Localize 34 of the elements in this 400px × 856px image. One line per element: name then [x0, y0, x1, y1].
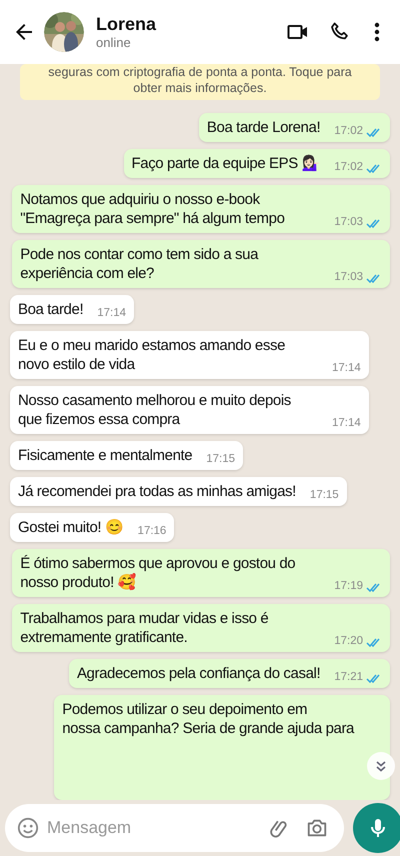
message-text: Nosso casamento melhorou e muito depois que fizemos essa compra: [18, 391, 292, 429]
message-field[interactable]: Mensagem: [47, 815, 268, 841]
message-time: 17:21: [334, 670, 363, 686]
encryption-banner[interactable]: seguras com criptografia de ponta a ponta. Toque para obter mais informações.: [20, 64, 380, 100]
message-text: Pode nos contar como tem sido a sua experiência com ele?: [20, 245, 260, 283]
message-time: 17:15: [310, 488, 339, 504]
message-text: Já recomendei pra todas as minhas amigas!: [18, 482, 296, 501]
message-time: 17:03: [334, 270, 363, 286]
message-field-box[interactable]: Mensagem: [5, 804, 344, 852]
message-time: 17:15: [206, 452, 236, 468]
message-time: 17:03: [334, 215, 363, 230]
message-text: Fisicamente e mentalmente: [18, 446, 192, 465]
message-time: 17:14: [97, 306, 126, 322]
message-text: Trabalhamos para mudar vidas e isso é extremamente gratificante.: [20, 609, 270, 647]
message-text: Notamos que adquiriu o nosso e-book "Emagreça para sempre" há algum tempo: [20, 190, 286, 228]
message-time: 17:20: [334, 634, 363, 650]
message-text: É ótimo sabermos que aprovou e gostou do nosso produto! 🥰: [20, 554, 296, 592]
banner-text: obter mais informações.: [133, 80, 267, 96]
message-text: Gostei muito! 😊: [18, 518, 124, 537]
message-text: Faço parte da equipe EPS 💁🏻‍♀: [132, 154, 320, 173]
message-text: Podemos utilizar o seu depoimento em nossa campanha? Seria de grande ajuda para: [62, 700, 354, 738]
message-text: Eu e o meu marido estamos amando esse novo estilo de vida: [18, 336, 286, 374]
message-time: 17:02: [334, 160, 363, 176]
message-time: 17:19: [334, 579, 363, 594]
contact-status: online: [96, 35, 132, 52]
message-text: Boa tarde Lorena!: [206, 118, 320, 137]
message-time: 17:02: [334, 124, 363, 140]
message-time: 17:16: [138, 524, 166, 540]
message-text: Boa tarde!: [18, 300, 84, 319]
message-text: Agradecemos pela confiança do casal!: [76, 664, 320, 683]
message-time: 17:14: [332, 416, 361, 432]
message-time: 17:14: [332, 361, 361, 376]
contact-name[interactable]: Lorena: [96, 12, 286, 36]
banner-text: seguras com criptografia de ponta a ponta. Toque para: [48, 64, 352, 80]
